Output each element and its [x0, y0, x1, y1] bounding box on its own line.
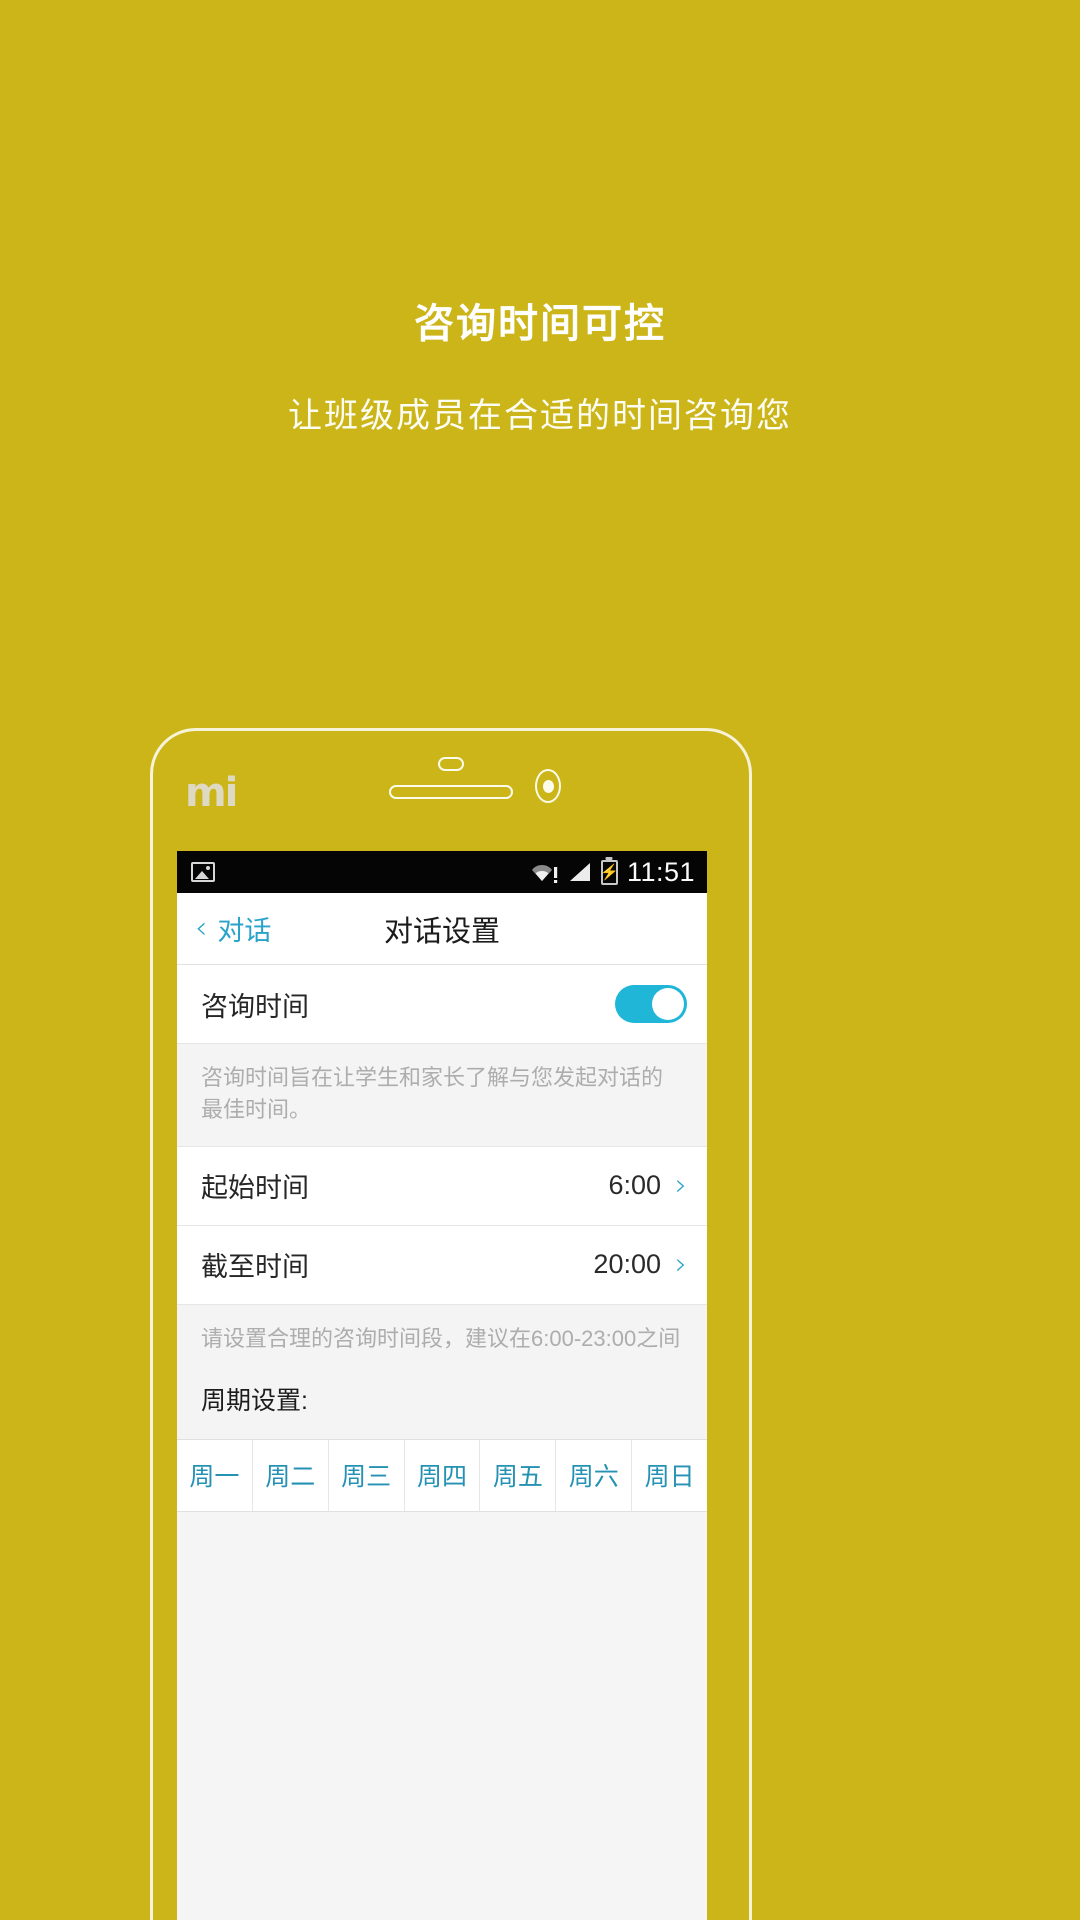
front-camera-icon	[535, 769, 561, 803]
status-bar-right: ⚡ 11:51	[531, 857, 695, 888]
time-range-hint: 请设置合理的咨询时间段，建议在6:00-23:00之间	[177, 1304, 707, 1375]
end-time-value: 20:00	[593, 1249, 661, 1280]
weekday-tab-sun[interactable]: 周日	[632, 1440, 707, 1511]
weekday-tab-fri[interactable]: 周五	[480, 1439, 557, 1511]
weekday-tab-mon[interactable]: 周一	[177, 1439, 253, 1511]
row-end-time[interactable]: 截至时间 20:00 ›	[177, 1225, 707, 1305]
app-navigation-bar: ‹ 对话 对话设置	[177, 893, 707, 965]
chevron-left-icon: ‹	[195, 910, 208, 946]
weekday-selector: 周一 周二 周三 周四 周五 周六 周日	[177, 1439, 707, 1512]
device-side-button-power	[749, 1091, 752, 1231]
wifi-warning-icon	[531, 861, 559, 883]
earpiece-speaker-icon	[389, 785, 513, 799]
row-start-time[interactable]: 起始时间 6:00 ›	[177, 1146, 707, 1226]
promo-block: 咨询时间可控 让班级成员在合适的时间咨询您	[0, 0, 1080, 437]
proximity-sensor-icon	[438, 757, 464, 771]
row-consult-time-label: 咨询时间	[201, 991, 309, 1022]
weekday-tab-sat[interactable]: 周六	[556, 1439, 633, 1511]
page-subtitle: 让班级成员在合适的时间咨询您	[288, 397, 792, 435]
status-bar-clock: 11:51	[626, 856, 695, 887]
weekday-tab-tue[interactable]: 周二	[253, 1439, 329, 1511]
phone-device-frame: mi ⚡ 11:51 ‹ 对话 对话设置 咨询时间 咨询时间旨在让学生和家长了解…	[150, 728, 752, 1920]
page-title: 咨询时间可控	[414, 302, 666, 346]
phone-screen: ⚡ 11:51 ‹ 对话 对话设置 咨询时间 咨询时间旨在让学生和家长了解与您发…	[177, 851, 707, 1920]
weekday-tab-thu[interactable]: 周四	[405, 1439, 481, 1511]
period-section-title: 周期设置:	[177, 1374, 707, 1440]
start-time-value: 6:00	[608, 1170, 661, 1201]
status-bar: ⚡ 11:51	[177, 851, 707, 893]
back-button-label: 对话	[217, 916, 272, 946]
consult-time-description: 咨询时间旨在让学生和家长了解与您发起对话的最佳时间。	[177, 1044, 707, 1147]
row-end-time-label: 截至时间	[201, 1252, 309, 1283]
status-bar-left	[191, 862, 215, 882]
signal-bars-icon	[568, 862, 592, 882]
mi-logo: mi	[185, 770, 238, 816]
row-consult-time-right	[615, 985, 687, 1023]
weekday-tab-wed[interactable]: 周三	[329, 1439, 405, 1511]
photo-icon	[191, 862, 215, 882]
row-start-time-label: 起始时间	[201, 1173, 309, 1204]
device-side-button-volume	[749, 981, 752, 1061]
row-start-time-right: 6:00 ›	[608, 1170, 687, 1201]
empty-content-area	[177, 1511, 707, 1772]
chevron-right-icon: ›	[675, 1167, 687, 1203]
row-consult-time[interactable]: 咨询时间	[177, 965, 707, 1044]
chevron-right-icon: ›	[675, 1246, 687, 1282]
consult-time-toggle[interactable]	[615, 985, 687, 1023]
row-end-time-right: 20:00 ›	[593, 1249, 687, 1280]
battery-charging-icon: ⚡	[600, 859, 619, 885]
back-button[interactable]: ‹ 对话	[177, 909, 271, 948]
